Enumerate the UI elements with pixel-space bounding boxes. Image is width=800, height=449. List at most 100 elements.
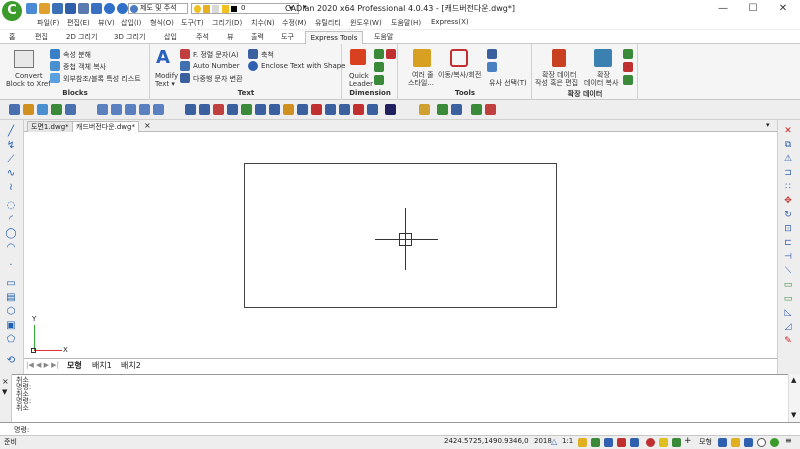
app-logo-icon[interactable]: C — [2, 1, 22, 21]
extend-icon[interactable]: ▭ — [782, 280, 794, 290]
doc-list-chevron-icon[interactable]: ▾ — [766, 121, 770, 129]
status-circle-icon[interactable] — [757, 438, 766, 447]
lengthen-icon[interactable]: ⊣ — [782, 252, 794, 262]
layout-nav-arrows[interactable]: |◀ ◀ ▶ ▶| — [26, 361, 59, 369]
status-scale[interactable]: 1:1 — [562, 437, 573, 445]
tb-tool-17-icon[interactable] — [269, 104, 280, 115]
status-screen-icon[interactable] — [744, 438, 753, 447]
tab-3d-draw[interactable]: 3D 그리기 — [114, 32, 145, 42]
xdata-small-2-icon[interactable] — [623, 62, 633, 72]
doc-tab-2[interactable]: 캐드버전다운.dwg* — [72, 121, 139, 132]
move-icon[interactable]: ✥ — [782, 196, 794, 206]
tab-home[interactable]: 홈 — [9, 32, 15, 42]
menu-window[interactable]: 윈도우(W) — [350, 18, 382, 28]
menu-edit[interactable]: 편집(E) — [67, 18, 90, 28]
menu-format[interactable]: 형식(O) — [150, 18, 174, 28]
erase-icon[interactable]: ✕ — [782, 126, 794, 136]
convert-button-line2[interactable]: Block to Xref — [6, 80, 51, 88]
ray-tool-icon[interactable]: ⟋ — [5, 155, 17, 165]
tb-tool-27-icon[interactable] — [437, 104, 448, 115]
mtext-convert-button[interactable]: 다중행 문자 변환 — [193, 74, 243, 84]
tb-tool-30-icon[interactable] — [485, 104, 496, 115]
status-year[interactable]: 2018 — [534, 437, 552, 445]
tab-edit[interactable]: 편집 — [35, 32, 48, 42]
ellipse-tool-icon[interactable]: ◯ — [5, 229, 17, 239]
scroll-up-icon[interactable]: ▲ — [791, 376, 796, 384]
tb-tool-18-icon[interactable] — [283, 104, 294, 115]
layout-tab-1[interactable]: 배치1 — [92, 360, 112, 371]
menu-express[interactable]: Express(X) — [431, 18, 469, 26]
tb-tool-24-icon[interactable] — [367, 104, 378, 115]
menu-utility[interactable]: 유틸리티 — [315, 18, 341, 28]
modify-text-line1[interactable]: Modify — [155, 72, 178, 80]
tb-tool-1-icon[interactable] — [9, 104, 20, 115]
enclose-text-button[interactable]: Enclose Text with Shape — [261, 62, 346, 70]
line-tool-icon[interactable]: ╱ — [5, 127, 17, 137]
menu-tools[interactable]: 도구(T) — [181, 18, 204, 28]
tb-tool-13-icon[interactable] — [213, 104, 224, 115]
doc-tab-close-icon[interactable]: × — [144, 121, 151, 130]
stretch-icon[interactable]: ⊏ — [782, 238, 794, 248]
tab-view[interactable]: 뷰 — [227, 32, 233, 42]
tab-tools[interactable]: 도구 — [281, 32, 294, 42]
panel-menu-icon[interactable]: ▼ — [2, 388, 7, 396]
align-text-button[interactable]: F. 정렬 문자(A) — [193, 50, 239, 60]
convert-button-line1[interactable]: Convert — [15, 72, 43, 80]
status-snap-icon[interactable] — [578, 438, 587, 447]
tb-tool-9-icon[interactable] — [139, 104, 150, 115]
chamfer-icon[interactable]: ◺ — [782, 308, 794, 318]
tb-tool-7-icon[interactable] — [111, 104, 122, 115]
tb-tool-8-icon[interactable] — [125, 104, 136, 115]
status-crosshair-icon[interactable]: + — [684, 436, 692, 446]
circle-tool-icon[interactable]: ◌ — [5, 201, 17, 211]
freehand-tool-icon[interactable]: ≀ — [5, 183, 17, 193]
scale-icon[interactable]: ⊡ — [782, 224, 794, 234]
status-polar-icon[interactable] — [617, 438, 626, 447]
mirror-icon[interactable]: ⚠ — [782, 154, 794, 164]
explode-icon[interactable]: ✎ — [782, 336, 794, 346]
scale-text-button[interactable]: 축척 — [261, 50, 274, 60]
xref-list-button[interactable]: 외부참조/블록 특성 리스트 — [63, 74, 141, 84]
tab-insert[interactable]: 삽입 — [164, 32, 177, 42]
tb-tool-21-icon[interactable] — [325, 104, 336, 115]
quick-leader-line1[interactable]: Quick — [349, 72, 369, 80]
layout-tab-model[interactable]: 모형 — [67, 360, 82, 371]
tab-output[interactable]: 출력 — [251, 32, 264, 42]
tb-tool-28-icon[interactable] — [451, 104, 462, 115]
trim-icon[interactable]: ⟍ — [782, 266, 794, 276]
menu-dimension[interactable]: 치수(N) — [251, 18, 275, 28]
tb-tool-23-icon[interactable] — [353, 104, 364, 115]
status-grid-icon[interactable] — [591, 438, 600, 447]
status-lwt-icon[interactable] — [672, 438, 681, 447]
tab-help[interactable]: 도움말 — [374, 32, 393, 42]
status-check-icon[interactable] — [770, 438, 779, 447]
break-icon[interactable]: ▭ — [782, 294, 794, 304]
status-menu-icon[interactable]: ≡ — [785, 436, 792, 445]
menu-help[interactable]: 도움말(H) — [391, 18, 421, 28]
tb-tool-3-icon[interactable] — [37, 104, 48, 115]
maximize-button[interactable]: ☐ — [738, 1, 768, 17]
status-model[interactable]: 모형 — [699, 437, 712, 447]
tb-tool-25-icon[interactable] — [385, 104, 396, 115]
tb-tool-29-icon[interactable] — [471, 104, 482, 115]
command-input[interactable] — [36, 425, 636, 434]
modify-text-line2[interactable]: Text ▾ — [155, 80, 175, 88]
status-ortho-icon[interactable] — [604, 438, 613, 447]
polyline-tool-icon[interactable]: ↯ — [5, 141, 17, 151]
tb-tool-6-icon[interactable] — [97, 104, 108, 115]
tb-tool-4-icon[interactable] — [51, 104, 62, 115]
tab-express-tools[interactable]: Express Tools — [305, 31, 363, 44]
menu-insert[interactable]: 삽입(I) — [121, 18, 141, 28]
status-dyn-icon[interactable] — [659, 438, 668, 447]
menu-draw[interactable]: 그리기(D) — [212, 18, 242, 28]
tab-annotate[interactable]: 주석 — [196, 32, 209, 42]
tb-tool-20-icon[interactable] — [311, 104, 322, 115]
tb-tool-14-icon[interactable] — [227, 104, 238, 115]
sync-tool-icon[interactable]: ⟲ — [5, 356, 17, 366]
move-copy-rotate-button[interactable]: 이동/복사/회전 — [438, 70, 481, 80]
ellipse-arc-tool-icon[interactable]: ◠ — [5, 243, 17, 253]
tb-tool-11-icon[interactable] — [185, 104, 196, 115]
polygon-tool-icon[interactable]: ⬡ — [5, 307, 17, 317]
boundary-tool-icon[interactable]: ⬠ — [5, 335, 17, 345]
xdata-edit-line2[interactable]: 작성 혹은 편집 — [535, 78, 578, 88]
